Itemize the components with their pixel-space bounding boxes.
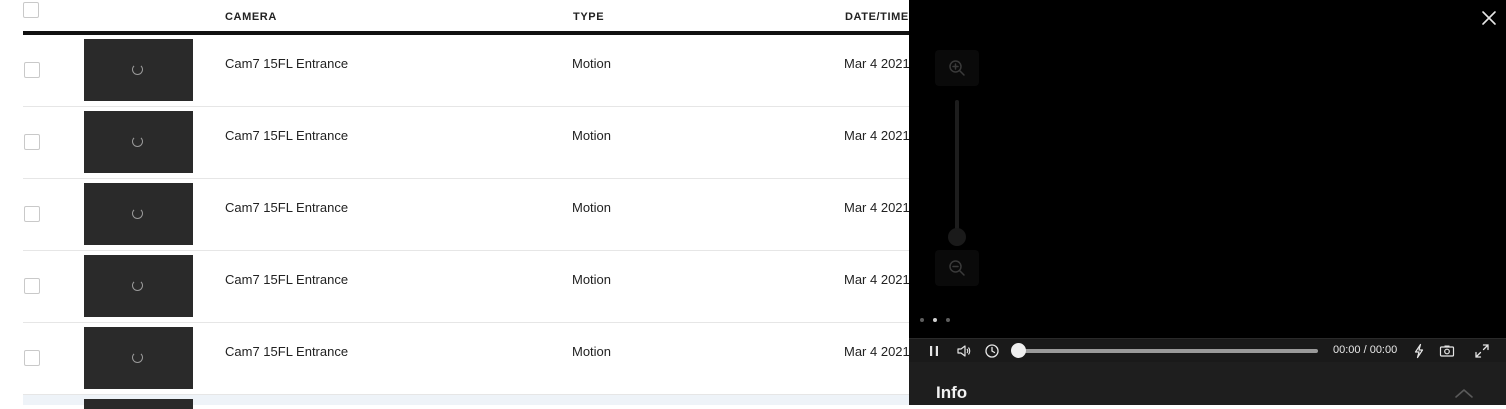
- playback-controls: 00:00 / 00:00: [909, 338, 1506, 362]
- event-type: Motion: [572, 344, 612, 359]
- chevron-up-icon[interactable]: [1454, 387, 1474, 399]
- zoom-out-icon: [949, 260, 965, 276]
- loading-spinner-icon: [132, 208, 143, 219]
- camera-name: Cam7 15FL Entrance: [225, 128, 349, 143]
- info-section-header[interactable]: Info: [909, 362, 1506, 405]
- time-display: 00:00 / 00:00: [1333, 344, 1398, 356]
- zoom-slider-track[interactable]: [955, 100, 959, 238]
- event-datetime: Mar 4 2021: [844, 200, 910, 215]
- camera-icon[interactable]: [1439, 343, 1455, 359]
- camera-name: Cam7 15FL Entrance: [225, 344, 349, 359]
- zoom-controls: [935, 50, 979, 288]
- select-all-checkbox[interactable]: [23, 2, 39, 18]
- loading-spinner-icon: [132, 136, 143, 147]
- slide-dot-active[interactable]: [933, 318, 937, 322]
- column-header-camera[interactable]: CAMERA: [225, 11, 277, 23]
- event-type: Motion: [572, 200, 612, 215]
- event-datetime: Mar 4 2021: [844, 344, 910, 359]
- camera-name: Cam7 15FL Entrance: [225, 56, 349, 71]
- zoom-slider-handle[interactable]: [948, 228, 966, 246]
- event-thumbnail[interactable]: [84, 399, 193, 409]
- video-player-panel: 00:00 / 00:00 Info: [909, 0, 1506, 405]
- row-checkbox[interactable]: [24, 62, 40, 78]
- event-thumbnail[interactable]: [84, 39, 193, 101]
- loading-spinner-icon: [132, 352, 143, 363]
- loading-spinner-icon: [132, 64, 143, 75]
- seek-bar[interactable]: [1018, 349, 1318, 353]
- slide-dot[interactable]: [920, 318, 924, 322]
- close-icon[interactable]: [1480, 9, 1498, 27]
- slide-dot[interactable]: [946, 318, 950, 322]
- zoom-in-icon: [949, 60, 965, 76]
- event-type: Motion: [572, 56, 612, 71]
- event-thumbnail[interactable]: [84, 183, 193, 245]
- row-checkbox[interactable]: [24, 206, 40, 222]
- row-checkbox[interactable]: [24, 350, 40, 366]
- column-header-type[interactable]: TYPE: [573, 11, 604, 23]
- row-checkbox[interactable]: [24, 134, 40, 150]
- seek-handle[interactable]: [1011, 343, 1026, 358]
- slide-indicator: [920, 318, 960, 324]
- camera-name: Cam7 15FL Entrance: [225, 200, 349, 215]
- zoom-out-button[interactable]: [935, 250, 979, 286]
- event-datetime: Mar 4 2021: [844, 128, 910, 143]
- column-header-datetime[interactable]: DATE/TIME: [845, 11, 909, 23]
- loading-spinner-icon: [132, 280, 143, 291]
- event-thumbnail[interactable]: [84, 111, 193, 173]
- event-type: Motion: [572, 272, 612, 287]
- camera-name: Cam7 15FL Entrance: [225, 272, 349, 287]
- event-type: Motion: [572, 128, 612, 143]
- lightning-icon[interactable]: [1411, 343, 1427, 359]
- volume-icon[interactable]: [956, 343, 972, 359]
- info-title: Info: [936, 383, 968, 402]
- event-datetime: Mar 4 2021: [844, 56, 910, 71]
- row-checkbox[interactable]: [24, 278, 40, 294]
- fullscreen-icon[interactable]: [1474, 343, 1490, 359]
- event-datetime: Mar 4 2021: [844, 272, 910, 287]
- clock-icon[interactable]: [984, 343, 1000, 359]
- pause-icon[interactable]: [926, 343, 942, 359]
- zoom-in-button[interactable]: [935, 50, 979, 86]
- event-thumbnail[interactable]: [84, 255, 193, 317]
- event-thumbnail[interactable]: [84, 327, 193, 389]
